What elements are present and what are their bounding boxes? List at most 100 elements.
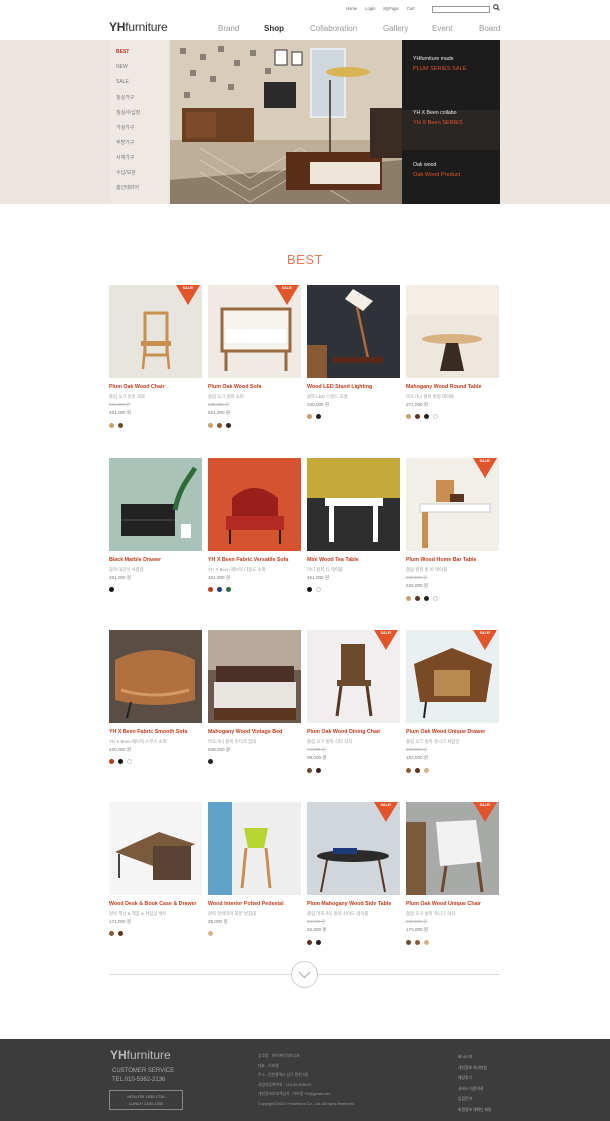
color-swatch[interactable]: [109, 931, 114, 936]
color-swatch[interactable]: [118, 931, 123, 936]
color-swatch[interactable]: [406, 940, 411, 945]
category-bedroom-storage[interactable]: 침실/수납장: [116, 109, 140, 116]
color-swatch[interactable]: [208, 759, 213, 764]
product-thumbnail[interactable]: [109, 630, 202, 723]
nav-gallery[interactable]: Gallery: [383, 24, 408, 33]
footer-link-member[interactable]: 회원정보 재확인 회원: [458, 1105, 492, 1116]
product-thumbnail[interactable]: SALE!: [307, 630, 400, 723]
site-logo[interactable]: YHfurniture: [109, 20, 168, 34]
product-thumbnail[interactable]: [208, 630, 301, 723]
product-thumbnail[interactable]: [109, 802, 202, 895]
mypage-link[interactable]: MyPage: [383, 6, 398, 11]
category-storage[interactable]: 수납/보관: [116, 169, 136, 176]
product-thumbnail[interactable]: [109, 458, 202, 551]
footer-link-terms[interactable]: 서비스 이용약관: [458, 1084, 492, 1095]
search-input[interactable]: [432, 6, 490, 13]
product-thumbnail[interactable]: SALE!: [208, 285, 301, 378]
hero-room-image[interactable]: [170, 40, 402, 204]
product-name[interactable]: YH X Been Fabric Versatile Sofa: [208, 557, 301, 563]
product-name[interactable]: Plum Oak Wood Sofa: [208, 384, 301, 390]
product-name[interactable]: Plum Oak Wood Dining Chair: [307, 729, 400, 735]
color-swatch[interactable]: [109, 759, 114, 764]
color-swatch[interactable]: [406, 768, 411, 773]
product-thumbnail[interactable]: SALE!: [307, 802, 400, 895]
product-name[interactable]: Mahogany Wood Vintage Bed: [208, 729, 301, 735]
color-swatch[interactable]: [433, 596, 438, 601]
color-swatch[interactable]: [208, 423, 213, 428]
product-thumbnail[interactable]: [208, 458, 301, 551]
product-name[interactable]: Black Marble Drawer: [109, 557, 202, 563]
category-best[interactable]: BEST: [116, 49, 129, 55]
footer-link-partnership[interactable]: 입점문의: [458, 1094, 492, 1105]
promo-yh-been[interactable]: YH X Been collabo YH X Been SERIES: [402, 110, 500, 150]
category-bedroom[interactable]: 침실가구: [116, 94, 134, 101]
footer-link-about[interactable]: 회사소개: [458, 1052, 492, 1063]
color-swatch[interactable]: [415, 768, 420, 773]
color-swatch[interactable]: [226, 587, 231, 592]
nav-shop[interactable]: Shop: [264, 24, 284, 33]
nav-brand[interactable]: Brand: [218, 24, 239, 33]
nav-collaboration[interactable]: Collaboration: [310, 24, 357, 33]
color-swatch[interactable]: [424, 768, 429, 773]
category-living[interactable]: 거실가구: [116, 124, 134, 131]
product-name[interactable]: Plum Oak Wood Unique Drawer: [406, 729, 499, 735]
product-name[interactable]: Mahogany Wood Round Table: [406, 384, 499, 390]
color-swatch[interactable]: [127, 759, 132, 764]
product-name[interactable]: Plum Oak Wood Chair: [109, 384, 202, 390]
color-swatch[interactable]: [415, 414, 420, 419]
load-more-button[interactable]: [291, 961, 318, 988]
color-swatch[interactable]: [307, 587, 312, 592]
product-thumbnail[interactable]: SALE!: [109, 285, 202, 378]
color-swatch[interactable]: [415, 940, 420, 945]
color-swatch[interactable]: [118, 759, 123, 764]
nav-board[interactable]: Board: [479, 24, 500, 33]
promo-oak-wood[interactable]: Oak wood Oak Wood Product: [402, 162, 500, 202]
color-swatch[interactable]: [307, 768, 312, 773]
category-interior[interactable]: 홈인테리어: [116, 184, 139, 191]
color-swatch[interactable]: [109, 423, 114, 428]
color-swatch[interactable]: [307, 414, 312, 419]
color-swatch[interactable]: [118, 423, 123, 428]
home-link[interactable]: Home: [346, 6, 357, 11]
product-name[interactable]: Wood Interior Potted Pedestal: [208, 901, 301, 907]
color-swatch[interactable]: [208, 587, 213, 592]
login-link[interactable]: Login: [365, 6, 375, 11]
product-thumbnail[interactable]: [208, 802, 301, 895]
product-name[interactable]: Wood LED Stand Lighting: [307, 384, 400, 390]
category-sale[interactable]: SALE: [116, 79, 129, 85]
product-name[interactable]: Mini Wood Tea Table: [307, 557, 400, 563]
color-swatch[interactable]: [406, 596, 411, 601]
category-study[interactable]: 서재가구: [116, 154, 134, 161]
nav-event[interactable]: Event: [432, 24, 452, 33]
product-name[interactable]: Plum Wood Home Bar Table: [406, 557, 499, 563]
category-new[interactable]: NEW: [116, 64, 128, 70]
color-swatch[interactable]: [217, 423, 222, 428]
color-swatch[interactable]: [316, 940, 321, 945]
color-swatch[interactable]: [109, 587, 114, 592]
color-swatch[interactable]: [424, 596, 429, 601]
product-name[interactable]: Plum Oak Wood Unique Chair: [406, 901, 499, 907]
color-swatch[interactable]: [226, 423, 231, 428]
product-thumbnail[interactable]: [307, 458, 400, 551]
product-name[interactable]: Plum Mahogany Wood Side Table: [307, 901, 400, 907]
footer-link-privacy[interactable]: 개인정보 처리방침: [458, 1063, 492, 1074]
product-name[interactable]: Wood Desk & Book Case & Drawer: [109, 901, 202, 907]
color-swatch[interactable]: [406, 414, 411, 419]
color-swatch[interactable]: [424, 414, 429, 419]
color-swatch[interactable]: [424, 940, 429, 945]
product-thumbnail[interactable]: [406, 285, 499, 378]
category-kitchen[interactable]: 주방가구: [116, 139, 134, 146]
search-icon[interactable]: [493, 4, 500, 11]
color-swatch[interactable]: [208, 931, 213, 936]
cart-link[interactable]: Cart: [407, 6, 415, 11]
product-thumbnail[interactable]: SALE!: [406, 458, 499, 551]
color-swatch[interactable]: [307, 940, 312, 945]
color-swatch[interactable]: [316, 768, 321, 773]
color-swatch[interactable]: [433, 414, 438, 419]
footer-link-stores[interactable]: 매장찾기: [458, 1073, 492, 1084]
color-swatch[interactable]: [415, 596, 420, 601]
color-swatch[interactable]: [316, 414, 321, 419]
color-swatch[interactable]: [316, 587, 321, 592]
product-thumbnail[interactable]: SALE!: [406, 630, 499, 723]
promo-plum-series[interactable]: YHfurniture made PLUM SERIES SALE: [402, 56, 500, 96]
